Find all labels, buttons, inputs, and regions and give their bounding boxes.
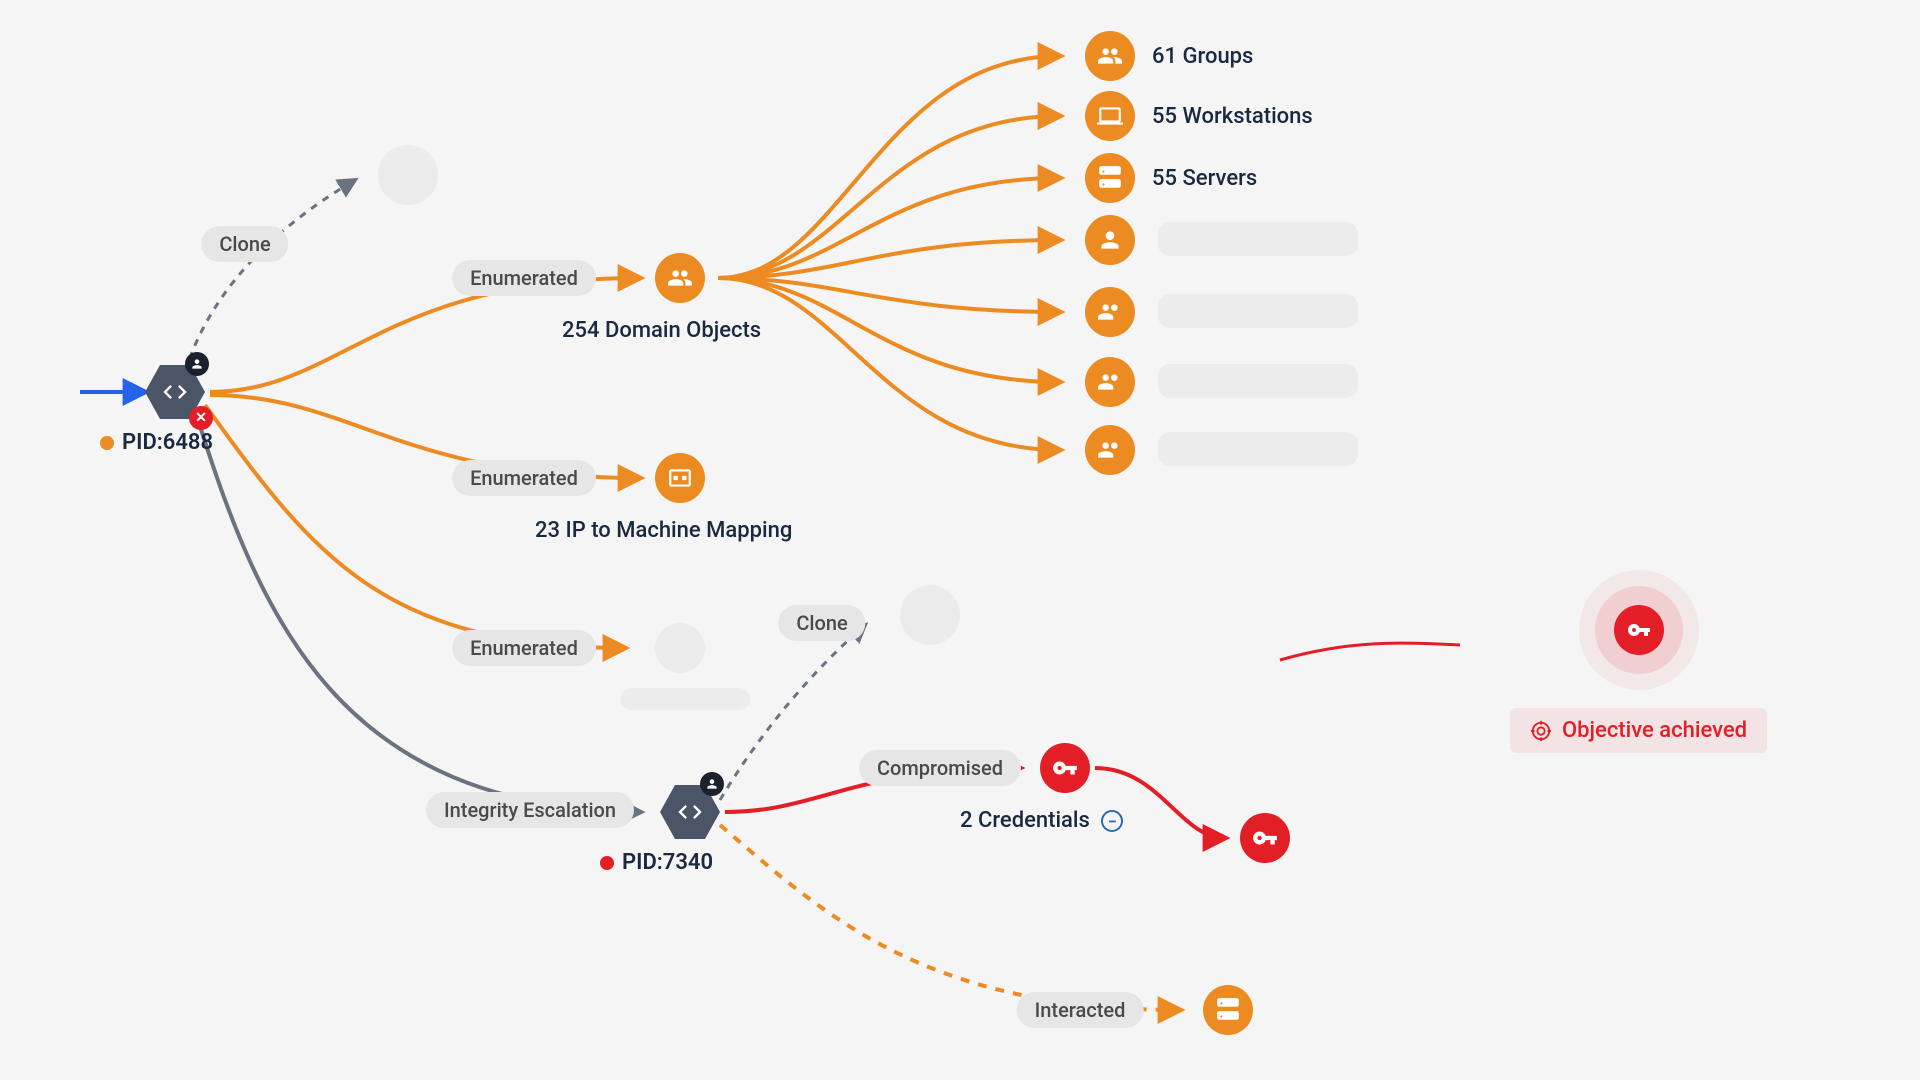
- domain-objects-label: 254 Domain Objects: [562, 318, 761, 343]
- ip-mapping-label: 23 IP to Machine Mapping: [535, 518, 792, 543]
- process-node-6488[interactable]: ✕: [145, 362, 205, 422]
- key-icon: [1052, 755, 1078, 781]
- user-badge-icon: [700, 772, 724, 796]
- attack-graph-canvas[interactable]: ✕ PID:6488 Clone Enumerated 254 Domain O…: [0, 0, 1920, 1080]
- x-badge-icon: ✕: [189, 406, 213, 430]
- objective-label: Objective achieved: [1510, 708, 1767, 753]
- edge-label-clone-2: Clone: [778, 605, 865, 641]
- process-node-7340[interactable]: [660, 782, 720, 842]
- status-dot-critical: [600, 856, 614, 870]
- status-dot-warning: [100, 436, 114, 450]
- groups-label: 61 Groups: [1152, 44, 1253, 69]
- edge-label-interacted: Interacted: [1017, 992, 1144, 1028]
- user-icon: [1097, 227, 1123, 253]
- code-icon: [161, 378, 189, 406]
- placeholder-block: [1158, 222, 1358, 256]
- credentials-node-1[interactable]: [1040, 743, 1090, 793]
- code-icon: [676, 798, 704, 826]
- pid-label-7340: PID:7340: [600, 850, 713, 875]
- placeholder-block: [1158, 432, 1358, 466]
- placeholder-block: [620, 688, 750, 710]
- servers-label: 55 Servers: [1152, 166, 1257, 191]
- edge-label-clone-1: Clone: [201, 226, 288, 262]
- key-icon: [1627, 618, 1651, 642]
- object-4-node[interactable]: [1085, 215, 1135, 265]
- edge-label-integrity-escalation: Integrity Escalation: [426, 792, 634, 828]
- server-icon: [1097, 165, 1123, 191]
- edge-label-compromised: Compromised: [859, 750, 1021, 786]
- ghost-node-3: [900, 585, 960, 645]
- edge-label-enumerated-2: Enumerated: [452, 460, 596, 496]
- edge-label-enumerated-3: Enumerated: [452, 630, 596, 666]
- servers-node[interactable]: [1085, 153, 1135, 203]
- pid-label-6488: PID:6488: [100, 430, 213, 455]
- objective-achieved-block[interactable]: Objective achieved: [1510, 570, 1767, 753]
- server-icon: [1215, 997, 1241, 1023]
- credentials-node-2[interactable]: [1240, 813, 1290, 863]
- edges-layer: [0, 0, 1920, 1080]
- users-icon: [1097, 369, 1123, 395]
- ip-mapping-node[interactable]: [655, 453, 705, 503]
- placeholder-block: [1158, 364, 1358, 398]
- objective-halo: [1579, 570, 1699, 690]
- object-5-node[interactable]: [1085, 287, 1135, 337]
- laptop-icon: [1097, 103, 1123, 129]
- ghost-node-2: [655, 623, 705, 673]
- workstations-node[interactable]: [1085, 91, 1135, 141]
- users-icon: [1097, 43, 1123, 69]
- placeholder-block: [1158, 294, 1358, 328]
- domain-objects-node[interactable]: [655, 253, 705, 303]
- workstations-label: 55 Workstations: [1152, 104, 1313, 129]
- mapping-icon: [667, 465, 693, 491]
- ghost-node-1: [378, 145, 438, 205]
- users-icon: [667, 265, 693, 291]
- target-icon: [1530, 720, 1552, 742]
- groups-node[interactable]: [1085, 31, 1135, 81]
- user-badge-icon: [185, 352, 209, 376]
- edge-label-enumerated-1: Enumerated: [452, 260, 596, 296]
- credentials-label: 2 Credentials −: [960, 808, 1123, 833]
- interacted-server-node[interactable]: [1203, 985, 1253, 1035]
- users-icon: [1097, 437, 1123, 463]
- collapse-icon[interactable]: −: [1101, 810, 1123, 832]
- users-icon: [1097, 299, 1123, 325]
- object-7-node[interactable]: [1085, 425, 1135, 475]
- key-icon: [1252, 825, 1278, 851]
- object-6-node[interactable]: [1085, 357, 1135, 407]
